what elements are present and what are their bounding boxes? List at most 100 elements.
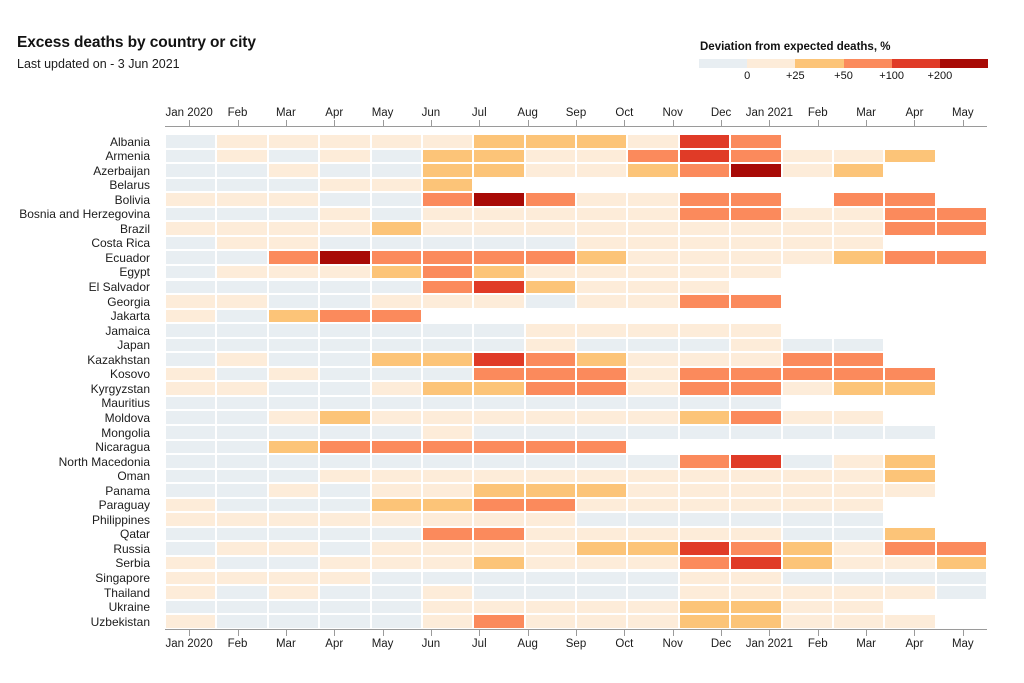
heatmap-cell[interactable] <box>832 585 885 600</box>
heatmap-cell[interactable] <box>730 352 782 367</box>
heatmap-cell[interactable] <box>576 541 628 556</box>
heatmap-cell[interactable] <box>421 206 474 222</box>
heatmap-cell[interactable] <box>370 599 422 615</box>
heatmap-cell[interactable] <box>627 163 679 178</box>
heatmap-cell[interactable] <box>524 483 576 498</box>
heatmap-cell[interactable] <box>473 163 525 178</box>
heatmap-cell[interactable] <box>730 148 782 164</box>
heatmap-cell[interactable] <box>216 366 268 382</box>
heatmap-cell[interactable] <box>730 570 782 586</box>
heatmap-cell[interactable] <box>730 585 782 600</box>
heatmap-cell[interactable] <box>216 381 268 396</box>
heatmap-cell[interactable] <box>370 177 422 193</box>
heatmap-cell[interactable] <box>216 599 268 615</box>
heatmap-cell[interactable] <box>576 425 628 440</box>
heatmap-cell[interactable] <box>473 439 525 455</box>
heatmap-cell[interactable] <box>576 352 628 367</box>
heatmap-cell[interactable] <box>421 366 474 382</box>
heatmap-cell[interactable] <box>884 483 936 498</box>
heatmap-cell[interactable] <box>370 454 422 469</box>
heatmap-cell[interactable] <box>319 497 371 513</box>
heatmap-cell[interactable] <box>524 134 576 149</box>
heatmap-cell[interactable] <box>884 148 936 164</box>
heatmap-cell[interactable] <box>730 381 782 396</box>
heatmap-cell[interactable] <box>884 585 936 600</box>
heatmap-cell[interactable] <box>730 192 782 207</box>
heatmap-cell[interactable] <box>319 134 371 149</box>
heatmap-cell[interactable] <box>832 570 885 586</box>
heatmap-cell[interactable] <box>267 264 320 280</box>
heatmap-cell[interactable] <box>165 395 217 411</box>
heatmap-cell[interactable] <box>267 366 320 382</box>
heatmap-cell[interactable] <box>267 425 320 440</box>
heatmap-cell[interactable] <box>473 468 525 484</box>
heatmap-cell[interactable] <box>165 163 217 178</box>
heatmap-cell[interactable] <box>473 395 525 411</box>
heatmap-cell[interactable] <box>730 541 782 556</box>
heatmap-cell[interactable] <box>421 599 474 615</box>
heatmap-cell[interactable] <box>165 497 217 513</box>
heatmap-cell[interactable] <box>627 599 679 615</box>
heatmap-cell[interactable] <box>781 163 833 178</box>
heatmap-cell[interactable] <box>524 264 576 280</box>
heatmap-cell[interactable] <box>165 570 217 586</box>
heatmap-cell[interactable] <box>781 483 833 498</box>
heatmap-cell[interactable] <box>165 468 217 484</box>
heatmap-cell[interactable] <box>730 250 782 265</box>
heatmap-cell[interactable] <box>370 163 422 178</box>
heatmap-cell[interactable] <box>678 555 731 571</box>
heatmap-cell[interactable] <box>267 585 320 600</box>
heatmap-cell[interactable] <box>165 454 217 469</box>
heatmap-cell[interactable] <box>165 264 217 280</box>
heatmap-cell[interactable] <box>267 599 320 615</box>
heatmap-cell[interactable] <box>627 366 679 382</box>
heatmap-cell[interactable] <box>678 410 731 425</box>
heatmap-cell[interactable] <box>576 614 628 629</box>
heatmap-cell[interactable] <box>267 395 320 411</box>
heatmap-cell[interactable] <box>267 294 320 309</box>
heatmap-cell[interactable] <box>319 235 371 251</box>
heatmap-cell[interactable] <box>473 279 525 295</box>
heatmap-cell[interactable] <box>473 483 525 498</box>
heatmap-cell[interactable] <box>678 192 731 207</box>
heatmap-cell[interactable] <box>832 483 885 498</box>
heatmap-cell[interactable] <box>267 352 320 367</box>
heatmap-cell[interactable] <box>627 483 679 498</box>
heatmap-cell[interactable] <box>678 163 731 178</box>
heatmap-cell[interactable] <box>730 483 782 498</box>
heatmap-cell[interactable] <box>370 497 422 513</box>
heatmap-cell[interactable] <box>524 614 576 629</box>
heatmap-cell[interactable] <box>267 206 320 222</box>
heatmap-cell[interactable] <box>627 425 679 440</box>
heatmap-cell[interactable] <box>370 439 422 455</box>
heatmap-cell[interactable] <box>370 526 422 542</box>
heatmap-cell[interactable] <box>576 279 628 295</box>
heatmap-cell[interactable] <box>781 206 833 222</box>
heatmap-cell[interactable] <box>473 264 525 280</box>
heatmap-cell[interactable] <box>781 599 833 615</box>
heatmap-cell[interactable] <box>678 148 731 164</box>
heatmap-cell[interactable] <box>832 526 885 542</box>
heatmap-cell[interactable] <box>524 192 576 207</box>
heatmap-cell[interactable] <box>267 177 320 193</box>
heatmap-cell[interactable] <box>678 366 731 382</box>
heatmap-cell[interactable] <box>678 264 731 280</box>
heatmap-cell[interactable] <box>319 526 371 542</box>
heatmap-cell[interactable] <box>473 425 525 440</box>
heatmap-cell[interactable] <box>627 337 679 353</box>
heatmap-cell[interactable] <box>370 308 422 324</box>
heatmap-cell[interactable] <box>370 250 422 265</box>
heatmap-cell[interactable] <box>473 323 525 338</box>
heatmap-cell[interactable] <box>267 439 320 455</box>
heatmap-cell[interactable] <box>524 148 576 164</box>
heatmap-cell[interactable] <box>781 497 833 513</box>
heatmap-cell[interactable] <box>370 221 422 236</box>
heatmap-cell[interactable] <box>627 410 679 425</box>
heatmap-cell[interactable] <box>832 250 885 265</box>
heatmap-cell[interactable] <box>781 250 833 265</box>
heatmap-cell[interactable] <box>319 264 371 280</box>
heatmap-cell[interactable] <box>473 337 525 353</box>
heatmap-cell[interactable] <box>627 468 679 484</box>
heatmap-cell[interactable] <box>473 206 525 222</box>
heatmap-cell[interactable] <box>267 614 320 629</box>
